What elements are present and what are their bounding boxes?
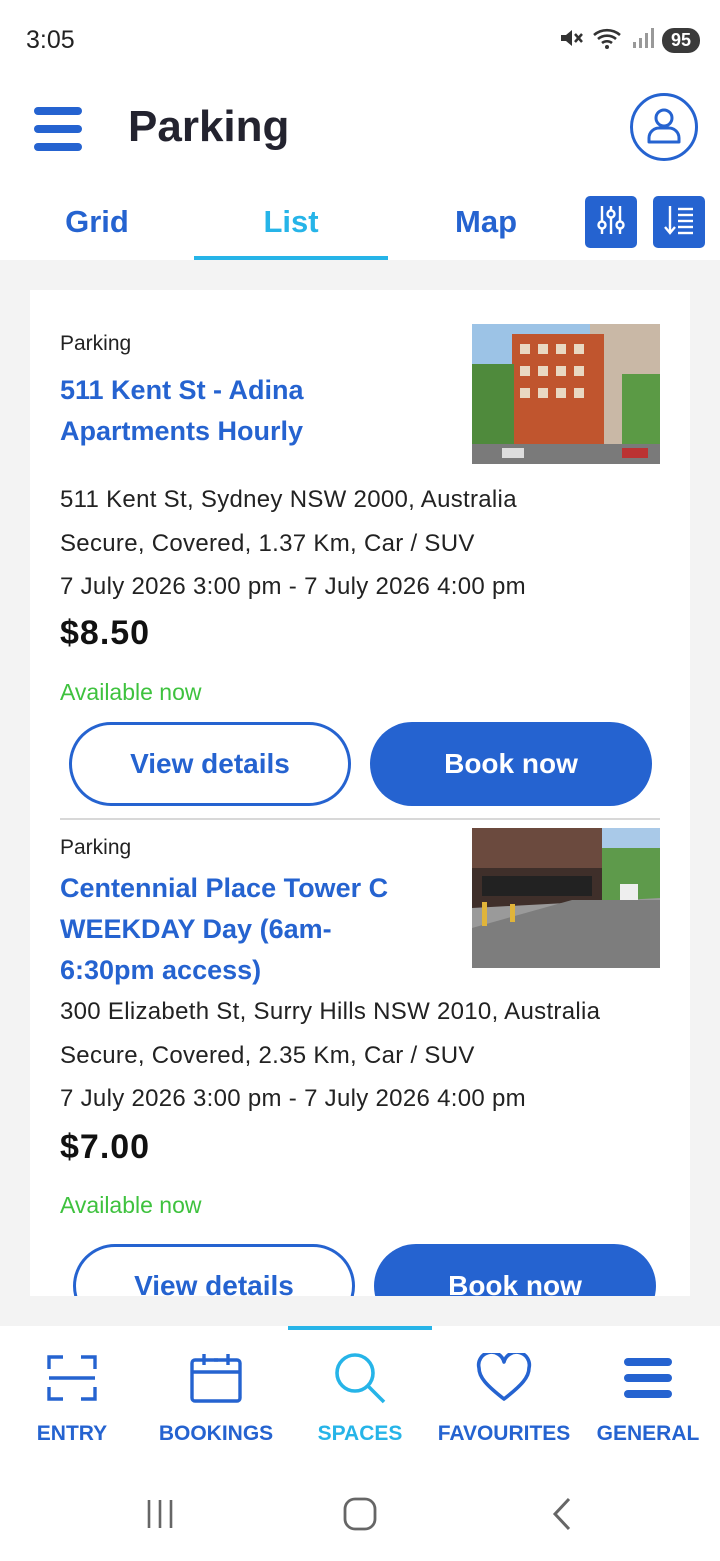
- nav-active-indicator: [288, 1326, 432, 1330]
- wifi-icon: [592, 26, 624, 55]
- status-icons: 95: [558, 26, 700, 55]
- listing-photo[interactable]: [472, 324, 660, 464]
- page-title: Parking: [128, 102, 290, 151]
- profile-button[interactable]: [630, 93, 698, 161]
- status-bar: 3:05 95: [0, 0, 720, 80]
- tab-grid[interactable]: Grid: [0, 190, 194, 260]
- nav-label: FAVOURITES: [437, 1422, 571, 1445]
- list-item: Parking 511 Kent St - Adina Apartments H…: [60, 324, 660, 806]
- book-now-button[interactable]: Book now: [374, 1244, 656, 1296]
- back-button[interactable]: [542, 1496, 582, 1536]
- recent-apps-icon: [143, 1497, 177, 1536]
- listing-address: 300 Elizabeth St, Surry Hills NSW 2010, …: [60, 998, 601, 1025]
- nav-label: SPACES: [317, 1422, 403, 1445]
- listing-card-list: Parking 511 Kent St - Adina Apartments H…: [30, 290, 690, 1296]
- listing-type: Parking: [60, 836, 132, 859]
- listing-timeslot: 7 July 2026 3:00 pm - 7 July 2026 4:00 p…: [60, 1085, 526, 1112]
- listing-price: $8.50: [60, 614, 151, 652]
- availability-status: Available now: [60, 1192, 202, 1218]
- divider: [60, 818, 660, 820]
- home-button[interactable]: [340, 1496, 380, 1536]
- user-icon: [644, 105, 684, 150]
- listing-title[interactable]: Centennial Place Tower C WEEKDAY Day (6a…: [60, 868, 420, 991]
- view-details-button[interactable]: View details: [69, 722, 351, 806]
- listing-address: 511 Kent St, Sydney NSW 2000, Australia: [60, 486, 517, 513]
- nav-label: BOOKINGS: [158, 1422, 274, 1445]
- availability-status: Available now: [60, 679, 202, 705]
- listing-title[interactable]: 511 Kent St - Adina Apartments Hourly: [60, 370, 440, 452]
- status-time: 3:05: [26, 26, 75, 54]
- nav-spaces[interactable]: SPACES: [288, 1348, 432, 1458]
- menu-icon: [618, 1348, 678, 1408]
- listing-features: Secure, Covered, 1.37 Km, Car / SUV: [60, 530, 475, 557]
- mute-icon: [558, 26, 584, 55]
- listing-timeslot: 7 July 2026 3:00 pm - 7 July 2026 4:00 p…: [60, 573, 526, 600]
- search-icon: [330, 1348, 390, 1408]
- listing-content: Parking 511 Kent St - Adina Apartments H…: [0, 260, 720, 1326]
- listing-features: Secure, Covered, 2.35 Km, Car / SUV: [60, 1042, 475, 1069]
- back-icon: [547, 1496, 577, 1537]
- listing-type: Parking: [60, 332, 132, 355]
- listing-photo[interactable]: [472, 828, 660, 968]
- nav-label: ENTRY: [36, 1422, 108, 1445]
- sliders-icon: [594, 203, 628, 242]
- bottom-navigation: ENTRY BOOKINGS SPACES FAVOURITES GENERAL: [0, 1326, 720, 1468]
- menu-icon: [34, 107, 82, 115]
- menu-button[interactable]: [34, 107, 82, 151]
- nav-general[interactable]: GENERAL: [576, 1348, 720, 1458]
- nav-favourites[interactable]: FAVOURITES: [432, 1348, 576, 1458]
- heart-icon: [474, 1348, 534, 1408]
- battery-indicator: 95: [661, 28, 700, 53]
- app-bar: Parking: [0, 80, 720, 180]
- recent-apps-button[interactable]: [140, 1496, 180, 1536]
- view-details-button[interactable]: View details: [73, 1244, 355, 1296]
- sort-icon: [662, 203, 696, 242]
- book-now-button[interactable]: Book now: [370, 722, 652, 806]
- sort-button[interactable]: [653, 196, 705, 248]
- nav-label: GENERAL: [596, 1422, 700, 1445]
- system-navigation-bar: [0, 1468, 720, 1561]
- scan-icon: [42, 1348, 102, 1408]
- list-item: Parking Centennial Place Tower C WEEKDAY…: [60, 828, 660, 1296]
- nav-entry[interactable]: ENTRY: [0, 1348, 144, 1458]
- filter-button[interactable]: [585, 196, 637, 248]
- calendar-icon: [186, 1348, 246, 1408]
- tab-list[interactable]: List: [194, 190, 388, 260]
- tab-map[interactable]: Map: [389, 190, 583, 260]
- listing-price: $7.00: [60, 1128, 151, 1166]
- signal-icon: [632, 26, 654, 55]
- nav-bookings[interactable]: BOOKINGS: [144, 1348, 288, 1458]
- home-icon: [342, 1496, 378, 1537]
